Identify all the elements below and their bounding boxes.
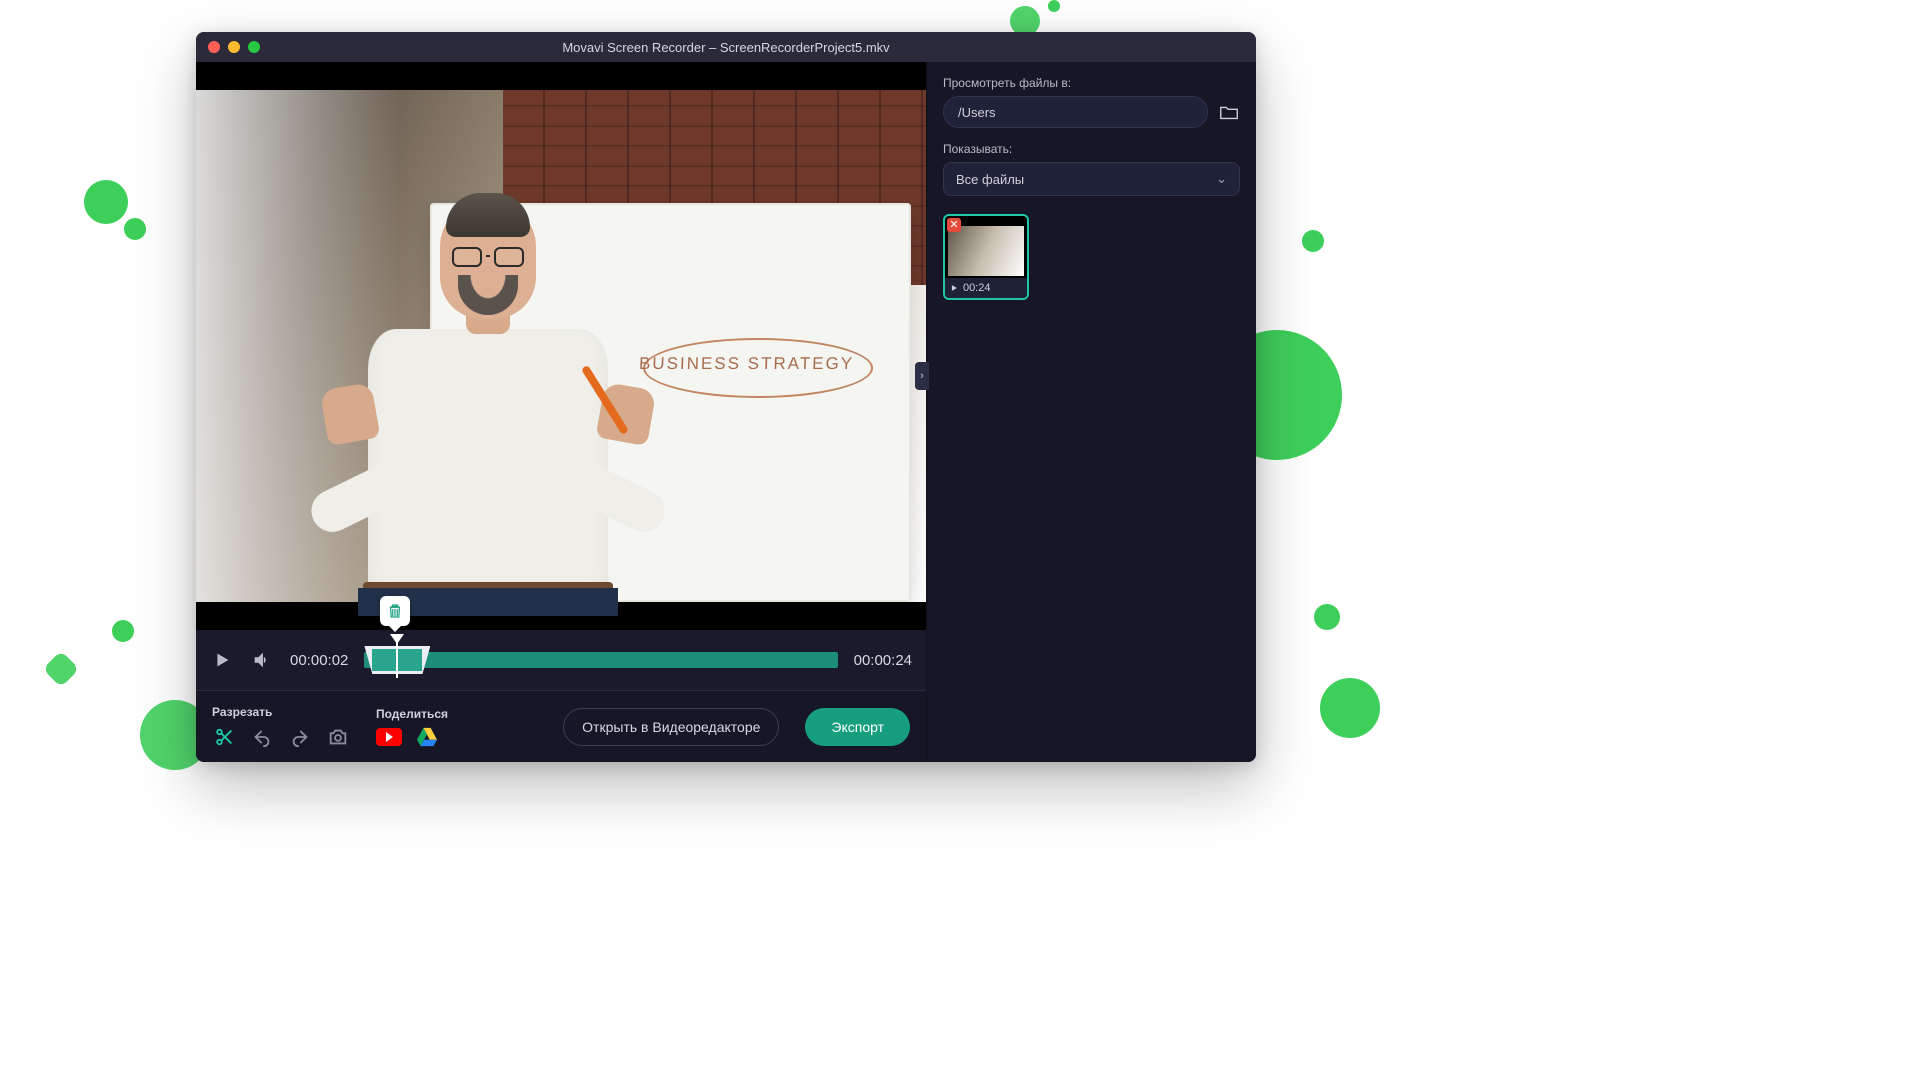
current-time: 00:00:02: [290, 652, 348, 669]
browse-label: Просмотреть файлы в:: [943, 76, 1240, 90]
decor-circle: [1320, 678, 1380, 738]
thumbnail-image: [948, 226, 1024, 276]
app-window: Movavi Screen Recorder – ScreenRecorderP…: [196, 32, 1256, 762]
video-person: [338, 131, 638, 602]
whiteboard-text: BUSINESS STRATEGY: [638, 354, 854, 374]
export-button[interactable]: Экспорт: [805, 708, 910, 746]
thumbnail-duration-text: 00:24: [963, 282, 991, 294]
file-thumbnail[interactable]: ✕ 00:24: [943, 214, 1029, 300]
cut-label: Разрезать: [212, 705, 350, 719]
bottom-toolbar: Разрезать: [196, 690, 926, 762]
share-label: Поделиться: [376, 707, 448, 721]
window-title: Movavi Screen Recorder – ScreenRecorderP…: [196, 40, 1256, 55]
cut-group: Разрезать: [212, 705, 350, 749]
video-frame: BUSINESS STRATEGY: [196, 90, 926, 602]
show-label: Показывать:: [943, 142, 1240, 156]
timeline[interactable]: [364, 646, 837, 674]
share-group: Поделиться: [376, 707, 448, 747]
redo-button[interactable]: [288, 725, 312, 749]
decor-circle: [43, 651, 80, 688]
delete-selection-button[interactable]: [380, 596, 410, 626]
files-panel: › Просмотреть файлы в: Показывать: Все ф…: [926, 62, 1256, 762]
decor-circle: [84, 180, 128, 224]
filter-value: Все файлы: [956, 172, 1024, 187]
timeline-track[interactable]: [364, 652, 837, 668]
thumbnail-delete-button[interactable]: ✕: [947, 218, 961, 232]
browse-folder-button[interactable]: [1218, 101, 1240, 123]
titlebar: Movavi Screen Recorder – ScreenRecorderP…: [196, 32, 1256, 62]
volume-button[interactable]: [250, 648, 274, 672]
decor-circle: [124, 218, 146, 240]
preview-pane: BUSINESS STRATEGY: [196, 62, 926, 762]
thumbnail-duration: 00:24: [945, 278, 1027, 298]
timeline-playhead[interactable]: [396, 642, 398, 678]
decor-circle: [1048, 0, 1060, 12]
playback-controls: 00:00:02 00:00:24: [196, 630, 926, 690]
open-in-editor-button[interactable]: Открыть в Видеоредакторе: [563, 708, 779, 746]
filter-select[interactable]: Все файлы ⌄: [943, 162, 1240, 196]
scissors-button[interactable]: [212, 725, 236, 749]
youtube-icon[interactable]: [376, 728, 402, 746]
decor-circle: [112, 620, 134, 642]
undo-button[interactable]: [250, 725, 274, 749]
chevron-down-icon: ⌄: [1216, 171, 1227, 187]
video-preview[interactable]: BUSINESS STRATEGY: [196, 62, 926, 630]
total-time: 00:00:24: [854, 652, 912, 669]
decor-circle: [1302, 230, 1324, 252]
play-button[interactable]: [210, 648, 234, 672]
screenshot-button[interactable]: [326, 725, 350, 749]
google-drive-icon[interactable]: [416, 727, 438, 747]
decor-circle: [1314, 604, 1340, 630]
path-input[interactable]: [943, 96, 1208, 128]
collapse-panel-button[interactable]: ›: [915, 362, 929, 390]
